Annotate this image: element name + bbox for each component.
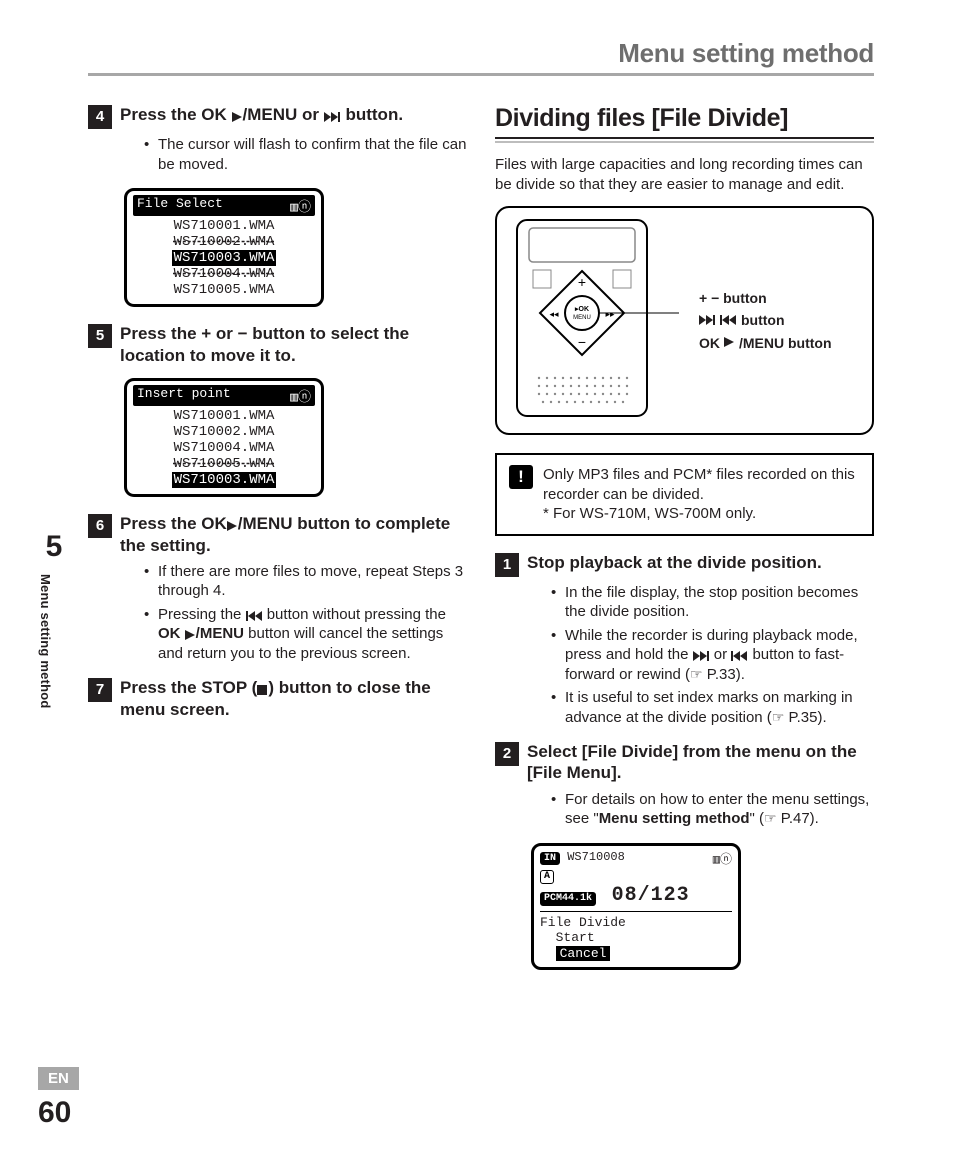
lcd-screen-insert-point: Insert point▥ⓝ WS710001.WMA WS710002.WMA… — [124, 378, 324, 497]
svg-text:MENU: MENU — [573, 315, 591, 321]
alert-icon: ! — [509, 465, 533, 489]
reference-icon: ☞ — [772, 709, 785, 725]
battery-icon: ▥ⓝ — [290, 386, 311, 405]
device-illustration: ▸OK MENU + − ◂◂ ▸▸ — [511, 218, 681, 423]
page-footer: EN 60 — [38, 1067, 79, 1130]
play-icon — [227, 521, 238, 532]
step-6-notes: If there are more files to move, repeat … — [144, 562, 467, 664]
button-labels: + − button button OK/MENU button — [699, 287, 832, 354]
svg-text:+: + — [578, 274, 586, 290]
page-number: 60 — [38, 1096, 79, 1130]
step-number: 6 — [88, 514, 112, 538]
label-plus-minus: + − button — [699, 287, 832, 309]
folder-icon: A — [540, 870, 554, 884]
play-icon — [185, 630, 196, 641]
chapter-number: 5 — [38, 530, 70, 564]
divide-step-1-notes: In the file display, the stop position b… — [551, 583, 874, 728]
svg-text:▸OK: ▸OK — [574, 306, 589, 313]
fast-forward-icon — [324, 112, 341, 123]
note-line: Only MP3 files and PCM* files recorded o… — [543, 465, 860, 504]
play-icon — [232, 112, 243, 123]
bullet: While the recorder is during playback mo… — [551, 626, 874, 685]
bullet: The cursor will flash to confirm that th… — [144, 135, 467, 174]
left-column: 4 Press the OK /MENU or button. The curs… — [88, 104, 467, 974]
battery-icon: ▥ⓝ — [290, 196, 311, 215]
device-illustration-box: ▸OK MENU + − ◂◂ ▸▸ — [495, 206, 874, 435]
step-heading: Press the STOP () button to close the me… — [120, 677, 467, 720]
bullet: It is useful to set index marks on marki… — [551, 688, 874, 727]
step-6: 6 Press the OK/MENU button to complete t… — [88, 513, 467, 556]
step-heading: Select [File Divide] from the menu on th… — [527, 741, 874, 784]
divide-step-1: 1 Stop playback at the divide position. — [495, 552, 874, 577]
step-number: 1 — [495, 553, 519, 577]
bullet: If there are more files to move, repeat … — [144, 562, 467, 601]
rewind-icon — [731, 651, 748, 662]
svg-text:▸▸: ▸▸ — [605, 309, 615, 319]
step-heading: Press the + or − button to select the lo… — [120, 323, 467, 366]
play-icon — [724, 337, 735, 348]
format-badge: PCM44.1k — [540, 892, 596, 906]
note-box: ! Only MP3 files and PCM* files recorded… — [495, 453, 874, 536]
step-heading: Press the OK /MENU or button. — [120, 104, 403, 129]
note-line: * For WS-710M, WS-700M only. — [543, 504, 860, 524]
bullet: In the file display, the stop position b… — [551, 583, 874, 622]
step-number: 2 — [495, 742, 519, 766]
page-header-title: Menu setting method — [88, 38, 874, 73]
divide-step-2-notes: For details on how to enter the menu set… — [551, 790, 874, 829]
step-number: 7 — [88, 678, 112, 702]
battery-icon: ▥ⓝ — [713, 850, 732, 867]
chapter-tab: 5 Menu setting method — [38, 530, 70, 709]
fast-forward-icon — [699, 315, 716, 326]
stop-icon — [257, 685, 268, 696]
bullet: For details on how to enter the menu set… — [551, 790, 874, 829]
step-number: 4 — [88, 105, 112, 129]
step-heading: Press the OK/MENU button to complete the… — [120, 513, 467, 556]
step-4: 4 Press the OK /MENU or button. — [88, 104, 467, 129]
section-title: Dividing files [File Divide] — [495, 104, 874, 139]
reference-icon: ☞ — [764, 810, 777, 826]
rewind-icon — [246, 611, 263, 622]
svg-text:−: − — [578, 334, 586, 350]
chapter-label: Menu setting method — [38, 574, 53, 709]
svg-text:◂◂: ◂◂ — [549, 309, 559, 319]
step-heading: Stop playback at the divide position. — [527, 552, 822, 577]
header-rule — [88, 73, 874, 76]
lcd-screen-file-select: File Select▥ⓝ WS710001.WMA WS710002.WMA … — [124, 188, 324, 307]
right-column: Dividing files [File Divide] Files with … — [495, 104, 874, 974]
fast-forward-icon — [693, 651, 710, 662]
section-underline — [495, 141, 874, 143]
lcd-screen-file-divide: IN WS710008 ▥ⓝ A PCM44.1k 08/123 File Di… — [531, 843, 741, 971]
label-ok-menu: OK/MENU button — [699, 332, 832, 354]
reference-icon: ☞ — [690, 666, 703, 682]
step-7: 7 Press the STOP () button to close the … — [88, 677, 467, 720]
step-5: 5 Press the + or − button to select the … — [88, 323, 467, 366]
label-ff-rew: button — [699, 309, 832, 331]
rewind-icon — [720, 315, 737, 326]
language-badge: EN — [38, 1067, 79, 1090]
step-4-notes: The cursor will flash to confirm that th… — [144, 135, 467, 174]
bullet: Pressing the button without pressing the… — [144, 605, 467, 664]
divide-step-2: 2 Select [File Divide] from the menu on … — [495, 741, 874, 784]
in-badge: IN — [540, 852, 560, 865]
step-number: 5 — [88, 324, 112, 348]
section-intro: Files with large capacities and long rec… — [495, 155, 874, 194]
